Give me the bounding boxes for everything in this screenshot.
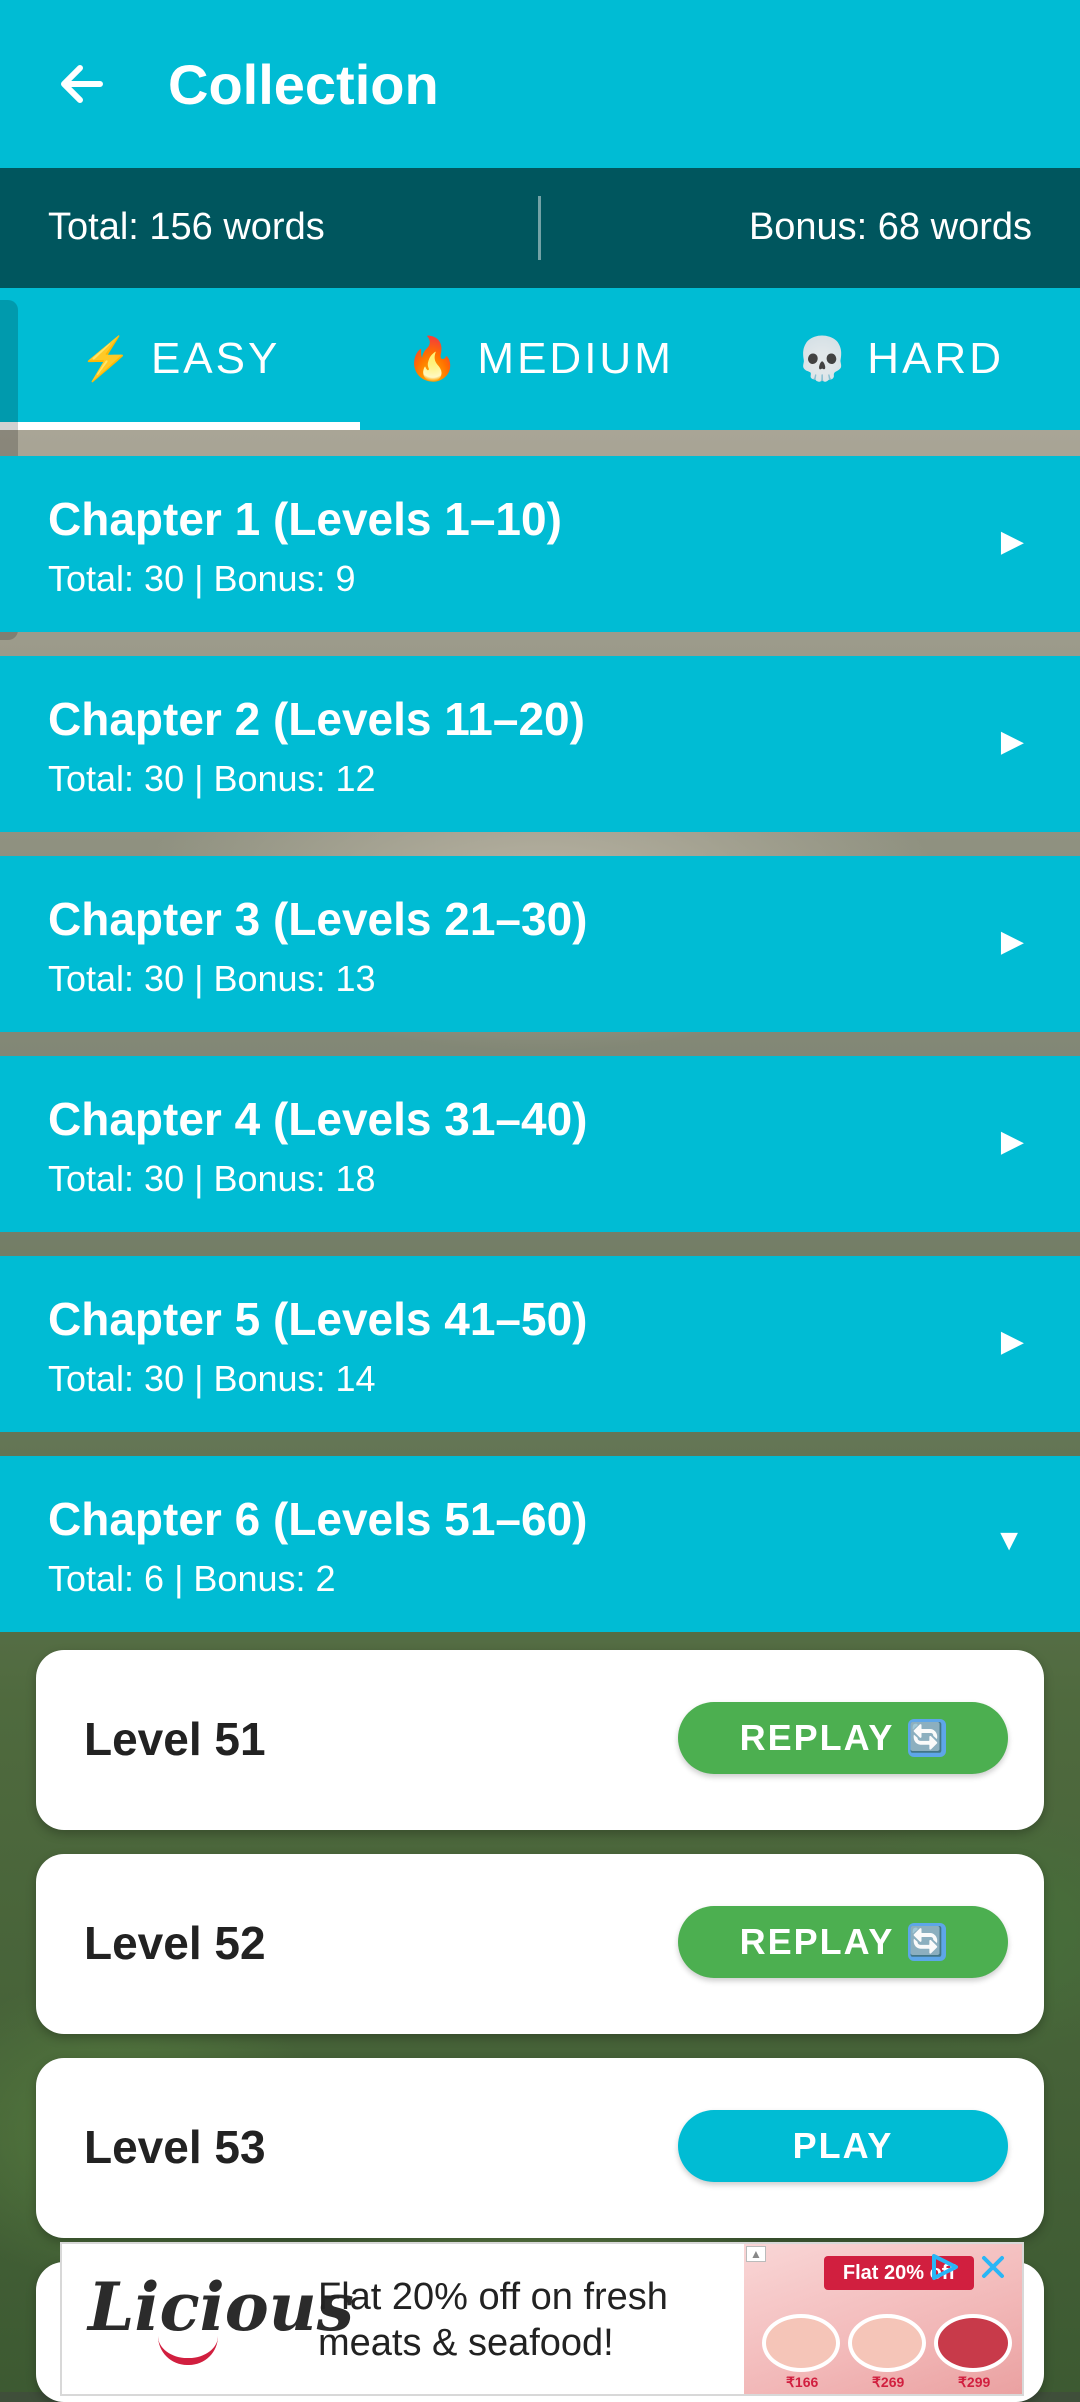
expand-arrow-icon: ▶ <box>1000 725 1024 758</box>
brand-name: Licious <box>88 2268 354 2346</box>
level-card-51: Level 51 REPLAY 🔄 <box>36 1650 1044 1830</box>
replay-icon: 🔄 <box>908 1719 947 1757</box>
replay-button[interactable]: REPLAY 🔄 <box>678 1906 1008 1978</box>
chapter-title: Chapter 5 (Levels 41–50) <box>48 1293 588 1345</box>
skull-icon: 💀 <box>796 334 852 382</box>
tab-label: HARD <box>867 334 1004 383</box>
close-icon[interactable] <box>976 2250 1010 2284</box>
ad-price: ₹269 <box>872 2374 905 2390</box>
app-header: Collection <box>0 0 1080 168</box>
chapter-5-row[interactable]: Chapter 5 (Levels 41–50) Total: 30 | Bon… <box>0 1256 1080 1432</box>
chapter-title: Chapter 6 (Levels 51–60) <box>48 1493 588 1545</box>
level-label: Level 52 <box>84 1917 266 1969</box>
button-label: REPLAY <box>739 1921 895 1962</box>
selected-tab-indicator <box>0 422 360 430</box>
collapse-arrow-icon: ▼ <box>994 1524 1024 1557</box>
chapter-stats: Total: 30 | Bonus: 9 <box>48 558 356 599</box>
expand-arrow-icon: ▶ <box>1000 525 1024 558</box>
tab-medium[interactable]: 🔥 MEDIUM <box>360 288 720 430</box>
stats-divider <box>538 196 541 260</box>
button-label: PLAY <box>792 2125 894 2166</box>
chapter-4-row[interactable]: Chapter 4 (Levels 31–40) Total: 30 | Bon… <box>0 1056 1080 1232</box>
play-button[interactable]: PLAY <box>678 2110 1008 2182</box>
mutton-image <box>934 2314 1012 2372</box>
chapter-1-row[interactable]: Chapter 1 (Levels 1–10) Total: 30 | Bonu… <box>0 456 1080 632</box>
brand-logo: Licious <box>88 2268 354 2365</box>
total-words: Total: 156 words <box>48 206 325 248</box>
ad-text: Flat 20% off on fresh meats & seafood! <box>318 2276 668 2364</box>
ad-image: ▲ Flat 20% off ₹166 ₹269 ₹299 <box>744 2244 1022 2394</box>
chicken-image <box>762 2314 840 2372</box>
ad-banner[interactable]: Licious Flat 20% off on fresh meats & se… <box>60 2242 1024 2396</box>
stats-bar: Total: 156 words Bonus: 68 words <box>0 168 1080 288</box>
chapter-3-row[interactable]: Chapter 3 (Levels 21–30) Total: 30 | Bon… <box>0 856 1080 1032</box>
chapter-title: Chapter 3 (Levels 21–30) <box>48 893 588 945</box>
replay-icon: 🔄 <box>908 1923 947 1961</box>
chapter-6-row[interactable]: Chapter 6 (Levels 51–60) Total: 6 | Bonu… <box>0 1456 1080 1632</box>
ad-price: ₹166 <box>786 2374 819 2390</box>
logo-smile <box>158 2336 218 2365</box>
lightning-icon: ⚡ <box>79 334 135 382</box>
fire-icon: 🔥 <box>406 334 462 382</box>
chapter-stats: Total: 30 | Bonus: 13 <box>48 958 376 999</box>
level-card-52: Level 52 REPLAY 🔄 <box>36 1854 1044 2034</box>
chapter-stats: Total: 6 | Bonus: 2 <box>48 1558 336 1599</box>
bonus-words: Bonus: 68 words <box>748 206 1032 248</box>
arrow-left-icon[interactable] <box>52 54 112 114</box>
chapter-2-row[interactable]: Chapter 2 (Levels 11–20) Total: 30 | Bon… <box>0 656 1080 832</box>
ad-choices-icon[interactable] <box>928 2252 962 2282</box>
expand-arrow-icon: ▶ <box>1000 1325 1024 1358</box>
level-label: Level 51 <box>84 1713 266 1765</box>
tab-hard[interactable]: 💀 HARD <box>720 288 1080 430</box>
level-label: Level 53 <box>84 2121 266 2173</box>
replay-button[interactable]: REPLAY 🔄 <box>678 1702 1008 1774</box>
chapter-stats: Total: 30 | Bonus: 18 <box>48 1158 376 1199</box>
ad-badge: ▲ <box>746 2246 766 2262</box>
chapter-stats: Total: 30 | Bonus: 12 <box>48 758 376 799</box>
tab-label: MEDIUM <box>477 334 674 383</box>
chapter-title: Chapter 1 (Levels 1–10) <box>48 493 562 545</box>
page-title: Collection <box>168 53 439 116</box>
tab-label: EASY <box>150 334 281 383</box>
chapter-stats: Total: 30 | Bonus: 14 <box>48 1358 376 1399</box>
chapter-title: Chapter 4 (Levels 31–40) <box>48 1093 588 1145</box>
difficulty-tabs: ⚡ EASY 🔥 MEDIUM 💀 HARD <box>0 288 1080 430</box>
level-card-53: Level 53 PLAY <box>36 2058 1044 2238</box>
expand-arrow-icon: ▶ <box>1000 925 1024 958</box>
fish-image <box>848 2314 926 2372</box>
chapter-title: Chapter 2 (Levels 11–20) <box>48 693 585 745</box>
button-label: REPLAY <box>739 1717 895 1758</box>
expand-arrow-icon: ▶ <box>1000 1125 1024 1158</box>
tab-easy[interactable]: ⚡ EASY <box>0 288 360 430</box>
ad-price: ₹299 <box>958 2374 991 2390</box>
